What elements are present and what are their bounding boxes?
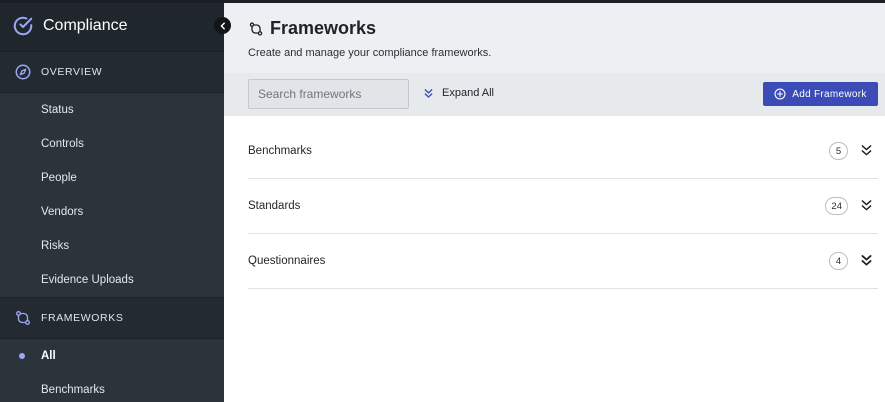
active-indicator-dot: [19, 353, 25, 359]
expand-all-button[interactable]: Expand All: [423, 87, 494, 99]
plus-circle-icon: [774, 88, 786, 100]
sidebar-item-label: People: [41, 172, 77, 184]
sidebar-item-label: Risks: [41, 240, 70, 252]
chevrons-down-icon: [424, 88, 433, 98]
sidebar-item-risks[interactable]: Risks: [0, 229, 224, 263]
git-compare-icon: [249, 21, 263, 36]
app-title: Compliance: [43, 16, 128, 34]
add-framework-label: Add Framework: [792, 88, 867, 100]
sidebar-item-status[interactable]: Status: [0, 93, 224, 127]
count-badge: 4: [829, 252, 848, 270]
count-badge: 5: [829, 142, 848, 160]
sidebar-item-label: Evidence Uploads: [41, 274, 134, 286]
sidebar-item-label: Vendors: [41, 206, 84, 218]
add-framework-button[interactable]: Add Framework: [763, 82, 878, 106]
sidebar-item-label: Status: [41, 104, 74, 116]
sidebar-brand: Compliance: [0, 0, 224, 51]
framework-group-questionnaires[interactable]: Questionnaires 4: [248, 234, 878, 289]
page-title: Frameworks: [270, 18, 377, 38]
compass-icon: [15, 64, 31, 80]
sidebar-section-frameworks[interactable]: FRAMEWORKS: [0, 297, 224, 339]
sidebar-item-benchmarks[interactable]: Benchmarks: [0, 373, 224, 402]
page-subtitle: Create and manage your compliance framew…: [248, 47, 492, 59]
collapse-sidebar-button[interactable]: [214, 17, 231, 34]
section-label-frameworks: FRAMEWORKS: [41, 312, 124, 324]
sidebar-item-all[interactable]: All: [0, 339, 224, 373]
framework-group-benchmarks[interactable]: Benchmarks 5: [248, 124, 878, 179]
git-compare-icon: [16, 311, 30, 325]
group-name: Benchmarks: [248, 145, 312, 157]
main-content: Frameworks Create and manage your compli…: [224, 0, 885, 402]
chevrons-down-icon[interactable]: [861, 144, 872, 157]
toolbar: Expand All Add Framework: [224, 73, 885, 116]
sidebar-item-vendors[interactable]: Vendors: [0, 195, 224, 229]
expand-all-label: Expand All: [442, 87, 494, 99]
framework-group-list: Benchmarks 5 Standards 24 Questionnaires…: [248, 124, 878, 289]
chevrons-down-icon[interactable]: [861, 199, 872, 212]
sidebar-section-overview[interactable]: OVERVIEW: [0, 51, 224, 93]
sidebar-item-label: Controls: [41, 138, 84, 150]
page-header: Frameworks Create and manage your compli…: [224, 0, 885, 73]
framework-group-standards[interactable]: Standards 24: [248, 179, 878, 234]
sidebar-item-controls[interactable]: Controls: [0, 127, 224, 161]
sidebar-item-label: Benchmarks: [41, 384, 105, 396]
chevrons-down-icon[interactable]: [861, 254, 872, 267]
sidebar-item-label: All: [41, 350, 56, 362]
group-name: Standards: [248, 200, 301, 212]
window-top-border: [0, 0, 885, 3]
check-circle-logo-icon: [13, 16, 33, 35]
sidebar: Compliance OVERVIEW Status Controls Peop…: [0, 0, 224, 402]
count-badge: 24: [825, 197, 848, 215]
search-input[interactable]: [248, 79, 409, 109]
chevron-left-icon: [220, 21, 225, 30]
section-label-overview: OVERVIEW: [41, 66, 103, 78]
sidebar-item-evidence-uploads[interactable]: Evidence Uploads: [0, 263, 224, 297]
sidebar-item-people[interactable]: People: [0, 161, 224, 195]
group-name: Questionnaires: [248, 255, 326, 267]
